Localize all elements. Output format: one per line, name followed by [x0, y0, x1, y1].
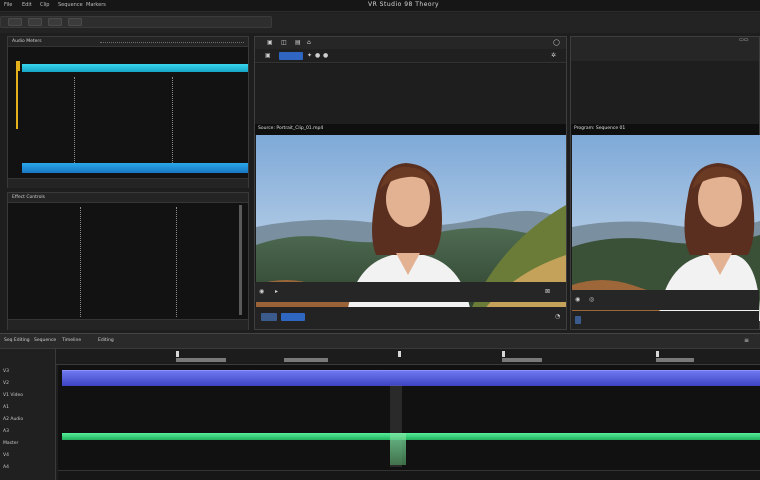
insert-button[interactable]	[281, 313, 305, 321]
track-name[interactable]: A2 Audio	[3, 417, 23, 422]
monitor-title-bar: Source: Portrait_Clip_01.mp4	[255, 124, 566, 135]
in-point-button[interactable]	[261, 313, 277, 321]
timeline-tracks	[58, 365, 760, 480]
timeline-tab[interactable]: Editing	[98, 338, 114, 343]
tool-button[interactable]	[8, 18, 22, 26]
playhead-highlight	[390, 433, 406, 465]
menu-clip[interactable]: Clip	[40, 2, 49, 8]
monitor-tabbar: ▭▭	[571, 37, 759, 61]
ruler-segment	[656, 358, 694, 362]
bottom-ruler	[58, 470, 760, 480]
timecode-icon: ◉	[259, 288, 265, 295]
track-name[interactable]: A1	[3, 405, 9, 410]
panel-title: Audio Meters	[12, 39, 42, 44]
panel-title: Effect Controls	[12, 195, 45, 200]
marker[interactable]	[176, 351, 179, 357]
panel-ruler	[100, 42, 244, 44]
monitor-title: Source: Portrait_Clip_01.mp4	[258, 126, 324, 131]
effect-controls-panel: Effect Controls	[7, 192, 249, 330]
scrollbar[interactable]	[239, 205, 242, 315]
settings-icon[interactable]: ●	[315, 53, 320, 59]
settings-icon[interactable]: ●	[323, 53, 328, 59]
monitor-title-bar: Program: Sequence 01	[571, 124, 759, 135]
track-name[interactable]: Master	[3, 441, 18, 446]
menu-bar: File Edit Clip Sequence Markers VR Studi…	[0, 0, 760, 12]
transport-bar-bottom	[571, 311, 759, 329]
meter-gridline	[172, 77, 173, 163]
app-title: VR Studio 98 Theory	[368, 1, 440, 8]
settings-icon[interactable]: ✦	[307, 53, 312, 59]
audio-meter-bottom	[22, 163, 248, 173]
panel-footer	[8, 319, 248, 330]
track-name[interactable]: V2	[3, 381, 9, 386]
tool-button[interactable]	[68, 18, 82, 26]
monitor-gap	[255, 64, 566, 124]
level-scale	[16, 69, 18, 129]
ruler-segment	[176, 358, 226, 362]
transport-bar: ◉ ▸ ⊠	[255, 282, 566, 302]
step-icon[interactable]: ▸	[275, 289, 278, 295]
meter-gridline	[74, 77, 75, 163]
menu-markers[interactable]: Markers	[86, 2, 106, 8]
track-name[interactable]: V4	[3, 453, 9, 458]
trash-icon[interactable]: ▤	[295, 40, 301, 46]
snap-icon[interactable]: ▣	[265, 53, 271, 59]
monitor-gap	[571, 61, 759, 124]
timeline-tab[interactable]: Timeline	[62, 338, 81, 343]
transport-bar-bottom: ◔	[255, 307, 566, 329]
monitor-title: Program: Sequence 01	[574, 126, 626, 131]
close-icon[interactable]: ▭▭	[739, 38, 748, 43]
ruler-segment	[502, 358, 542, 362]
ruler-segment	[284, 358, 328, 362]
zoom-select[interactable]	[279, 52, 303, 60]
pin-icon[interactable]: ⌂	[307, 40, 311, 46]
gear-icon[interactable]: ✲	[551, 53, 556, 59]
video-clip[interactable]	[62, 370, 760, 386]
mark-in-icon[interactable]: ◫	[281, 40, 287, 46]
marker[interactable]	[656, 351, 659, 357]
menu-edit[interactable]: Edit	[22, 2, 32, 8]
marker[interactable]	[502, 351, 505, 357]
panel-footer	[8, 178, 248, 188]
track-name[interactable]: V1 Video	[3, 393, 23, 398]
panel-header: Effect Controls	[8, 193, 248, 203]
audio-meter-top	[22, 64, 248, 72]
keyframe-line	[176, 207, 177, 317]
audio-meters-panel: Audio Meters	[7, 36, 249, 188]
timecode-icon: ◉	[575, 296, 581, 303]
track-name[interactable]: V3	[3, 369, 9, 374]
menu-icon[interactable]: ≡	[744, 338, 749, 344]
track-name[interactable]: A3	[3, 429, 9, 434]
track-headers: V3 V2 V1 Video A1 A2 Audio A3 Master V4 …	[0, 349, 56, 480]
panel-header: Audio Meters	[8, 37, 248, 47]
program-monitor: ▭▭ Program: Sequence 01 ◉ ◎	[570, 36, 760, 330]
settings-icon[interactable]: ◔	[555, 314, 560, 320]
tool-button[interactable]	[28, 18, 42, 26]
keyframe-line	[80, 207, 81, 317]
tool-button[interactable]	[48, 18, 62, 26]
audio-clip[interactable]	[62, 433, 760, 440]
source-monitor: ▣ ◫ ▤ ⌂ ◯ ▣ ✦ ● ● ✲ Source: Portrait_Cli…	[254, 36, 567, 330]
transport-bar: ◉ ◎	[571, 290, 759, 310]
menu-sequence[interactable]: Sequence	[58, 2, 83, 8]
toolbar	[0, 13, 760, 33]
time-ruler[interactable]	[56, 349, 760, 365]
play-icon[interactable]: ▣	[267, 40, 273, 46]
menu-file[interactable]: File	[4, 2, 12, 8]
track-name[interactable]: A4	[3, 465, 9, 470]
export-frame-icon[interactable]: ⊠	[545, 289, 550, 295]
in-point-button[interactable]	[575, 316, 581, 324]
close-icon[interactable]: ◯	[553, 40, 560, 46]
timeline-tab[interactable]: Sequence	[34, 338, 56, 343]
settings-icon[interactable]: ◎	[589, 297, 594, 303]
timeline-header: Seq Editing Sequence Timeline Editing ≡	[0, 333, 760, 349]
monitor-tabbar: ▣ ◫ ▤ ⌂ ◯	[255, 37, 566, 49]
marker[interactable]	[398, 351, 401, 357]
timeline-tab[interactable]: Seq Editing	[4, 338, 30, 343]
monitor-toolbar: ▣ ✦ ● ● ✲	[255, 49, 566, 63]
